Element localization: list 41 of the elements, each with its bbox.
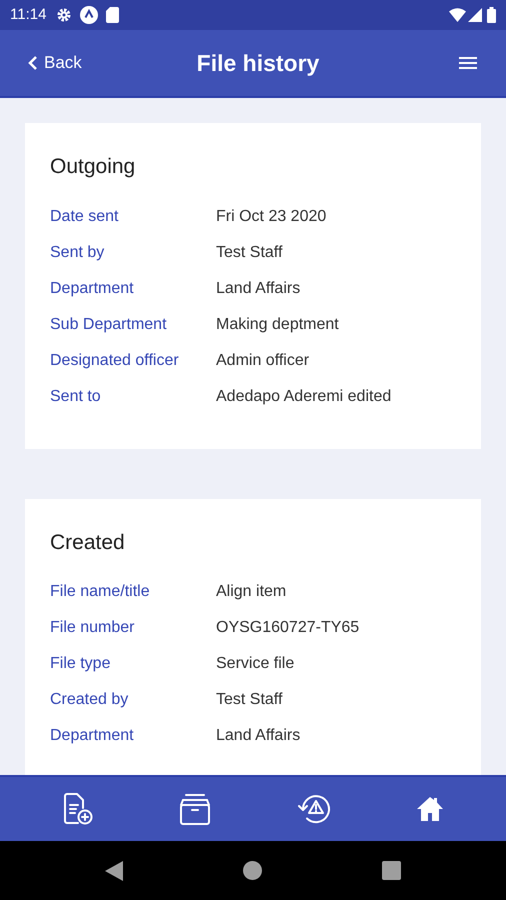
field-label: Date sent [50, 206, 120, 226]
wifi-icon [449, 8, 466, 22]
field-value: Land Affairs [216, 278, 300, 298]
field-value: Land Affairs [216, 726, 300, 746]
archive-box-icon[interactable] [178, 792, 212, 826]
field-label: Sent to [50, 386, 102, 406]
gear-icon [56, 7, 72, 23]
section-title: Outgoing [50, 154, 136, 180]
field-value: Fri Oct 23 2020 [216, 206, 326, 226]
signal-icon [468, 8, 482, 22]
field-label: Designated officer [50, 350, 180, 370]
field-label: Created by [50, 690, 130, 710]
field-label: File number [50, 618, 136, 638]
field-label: Department [50, 726, 135, 746]
field-value: Test Staff [216, 690, 282, 710]
battery-icon [487, 7, 496, 23]
field-label: Department [50, 278, 135, 298]
back-button[interactable]: Back [28, 50, 138, 76]
history-warning-icon[interactable] [296, 792, 332, 826]
section-title: Created [50, 530, 126, 556]
sd-card-icon [106, 7, 120, 23]
field-value: Align item [216, 582, 286, 602]
field-label: Sent by [50, 242, 106, 262]
field-value: Making deptment [216, 314, 339, 334]
screen-title: File history [196, 48, 320, 78]
field-label: File name/title [50, 582, 151, 602]
field-value: OYSG160727-TY65 [216, 618, 360, 638]
field-value: Adedapo Aderemi edited [216, 386, 392, 406]
field-value: Admin officer [216, 350, 310, 370]
field-value: Test Staff [216, 242, 282, 262]
field-label: Sub Department [50, 314, 168, 334]
chevron-left-icon [28, 55, 38, 71]
status-time: 11:14 [10, 4, 46, 25]
add-document-icon[interactable] [62, 792, 94, 826]
field-label: File type [50, 654, 112, 674]
app-badge-icon [80, 6, 98, 24]
back-triangle-icon[interactable] [105, 860, 123, 880]
field-value: Service file [216, 654, 294, 674]
menu-icon[interactable] [458, 56, 478, 70]
home-circle-icon[interactable] [243, 861, 262, 880]
home-icon[interactable] [416, 796, 444, 822]
